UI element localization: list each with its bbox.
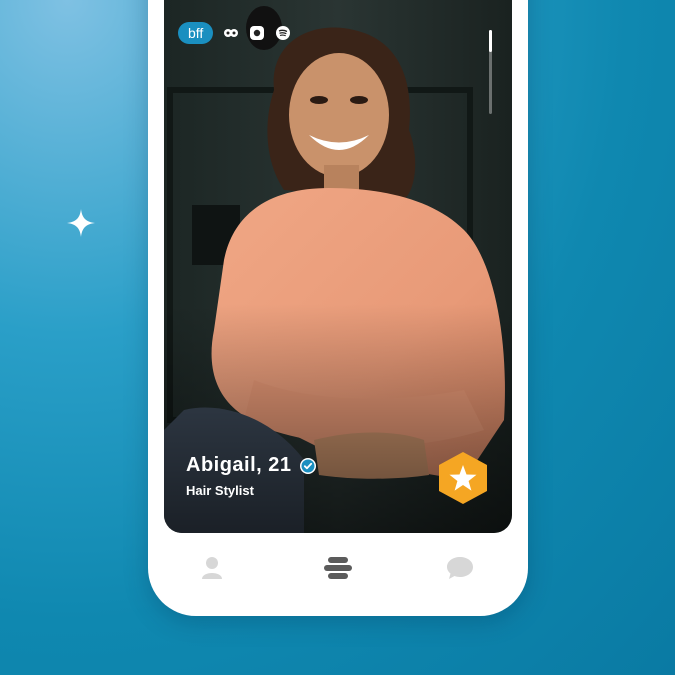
eye-icon[interactable] <box>223 25 239 41</box>
nav-chat[interactable] <box>440 548 480 588</box>
superlike-star-button[interactable] <box>436 450 490 506</box>
spotify-icon[interactable] <box>275 25 291 41</box>
profile-info: Abigail, 21 Hair Stylist <box>186 454 316 498</box>
nav-profile[interactable] <box>192 548 232 588</box>
photo-scroll-thumb <box>489 30 492 52</box>
profile-card[interactable]: bff Abigail, 21 Hair Stylist <box>164 0 512 533</box>
bff-badge: bff <box>178 22 214 44</box>
name-row: Abigail, 21 <box>186 454 316 477</box>
people-stack-icon <box>324 557 352 579</box>
bottom-nav <box>148 548 528 588</box>
chat-icon <box>447 557 473 579</box>
verified-badge-icon <box>299 457 316 474</box>
nav-people[interactable] <box>318 548 358 588</box>
profile-occupation: Hair Stylist <box>186 483 254 498</box>
profile-name: Abigail, 21 <box>186 454 292 476</box>
profile-icon <box>202 557 222 579</box>
photo-scroll-indicator <box>489 30 492 114</box>
sparkle-icon <box>67 209 95 237</box>
card-topbar: bff <box>178 22 291 44</box>
phone-frame: bff Abigail, 21 Hair Stylist <box>148 0 528 616</box>
instagram-icon[interactable] <box>249 25 265 41</box>
